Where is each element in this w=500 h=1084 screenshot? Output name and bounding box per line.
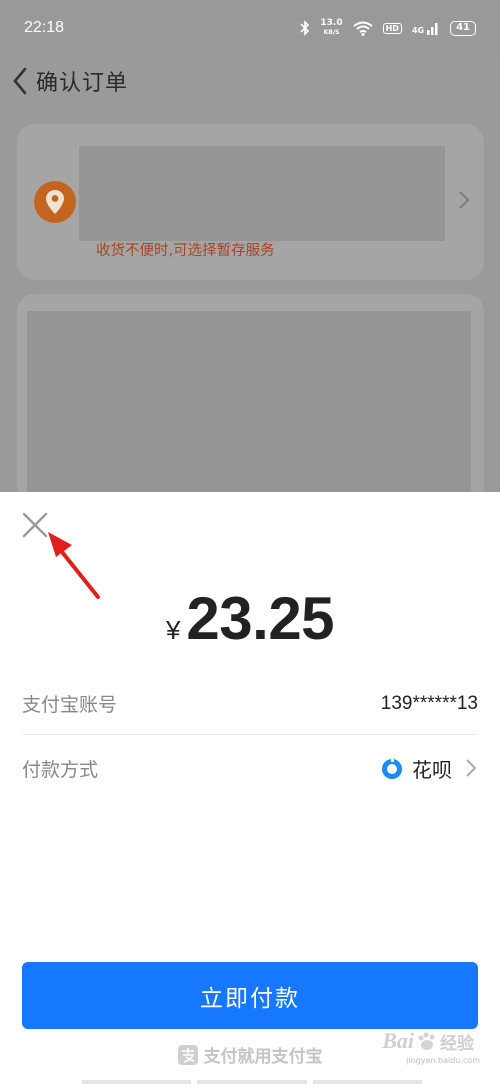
method-selector[interactable]: 花呗 [380, 754, 478, 783]
pay-now-button[interactable]: 立即付款 [22, 962, 478, 1029]
page-header: 确认订单 [0, 56, 500, 106]
currency-symbol: ¥ [165, 615, 181, 645]
watermark: Bai 经验 jingyan.baidu.com [382, 1028, 480, 1065]
payment-amount: ¥23.25 [0, 584, 500, 653]
paw-icon [418, 1032, 435, 1050]
alipay-brand-icon [177, 1044, 198, 1065]
payment-method-row[interactable]: 付款方式 花呗 [22, 737, 478, 799]
wifi-icon [352, 21, 373, 36]
back-icon[interactable] [4, 61, 36, 101]
payment-sheet: ¥23.25 支付宝账号 139******13 付款方式 花呗 立即付款 支付… [0, 492, 500, 1084]
chevron-right-icon [466, 759, 477, 777]
method-value: 花呗 [412, 757, 452, 782]
watermark-suffix: 经验 [440, 1033, 474, 1054]
address-card[interactable]: 收货不便时,可选择暂存服务 [17, 124, 484, 280]
account-value: 139******13 [380, 692, 478, 714]
method-label: 付款方式 [22, 758, 99, 781]
status-time: 22:18 [24, 19, 65, 36]
goods-redacted-block [27, 311, 471, 504]
goods-card [17, 294, 484, 504]
huabei-icon [382, 756, 402, 779]
address-tip[interactable]: 收货不便时,可选择暂存服务 [96, 239, 275, 260]
battery-indicator: 41 [450, 20, 476, 36]
location-icon [34, 181, 76, 223]
signal-icon: 4G [412, 21, 440, 35]
keyboard-hint-lines [82, 1080, 422, 1084]
hd-badge: HD [382, 22, 402, 34]
watermark-url: jingyan.baidu.com [406, 1056, 480, 1065]
status-bar: 22:18 13.0 KB/S HD 4G 41 [0, 0, 500, 56]
account-label: 支付宝账号 [22, 694, 118, 716]
bluetooth-icon [300, 20, 310, 36]
address-redacted-block [79, 146, 445, 241]
account-row: 支付宝账号 139******13 [22, 673, 478, 735]
watermark-text: Bai [382, 1028, 414, 1053]
status-icons: 13.0 KB/S HD 4G 41 [300, 19, 476, 37]
amount-value: 23.25 [186, 585, 335, 652]
chevron-right-icon[interactable] [458, 190, 470, 210]
page-title: 确认订单 [36, 71, 129, 96]
footer-brand-text: 支付就用支付宝 [203, 1047, 323, 1067]
net-speed: 13.0 KB/S [320, 18, 343, 37]
